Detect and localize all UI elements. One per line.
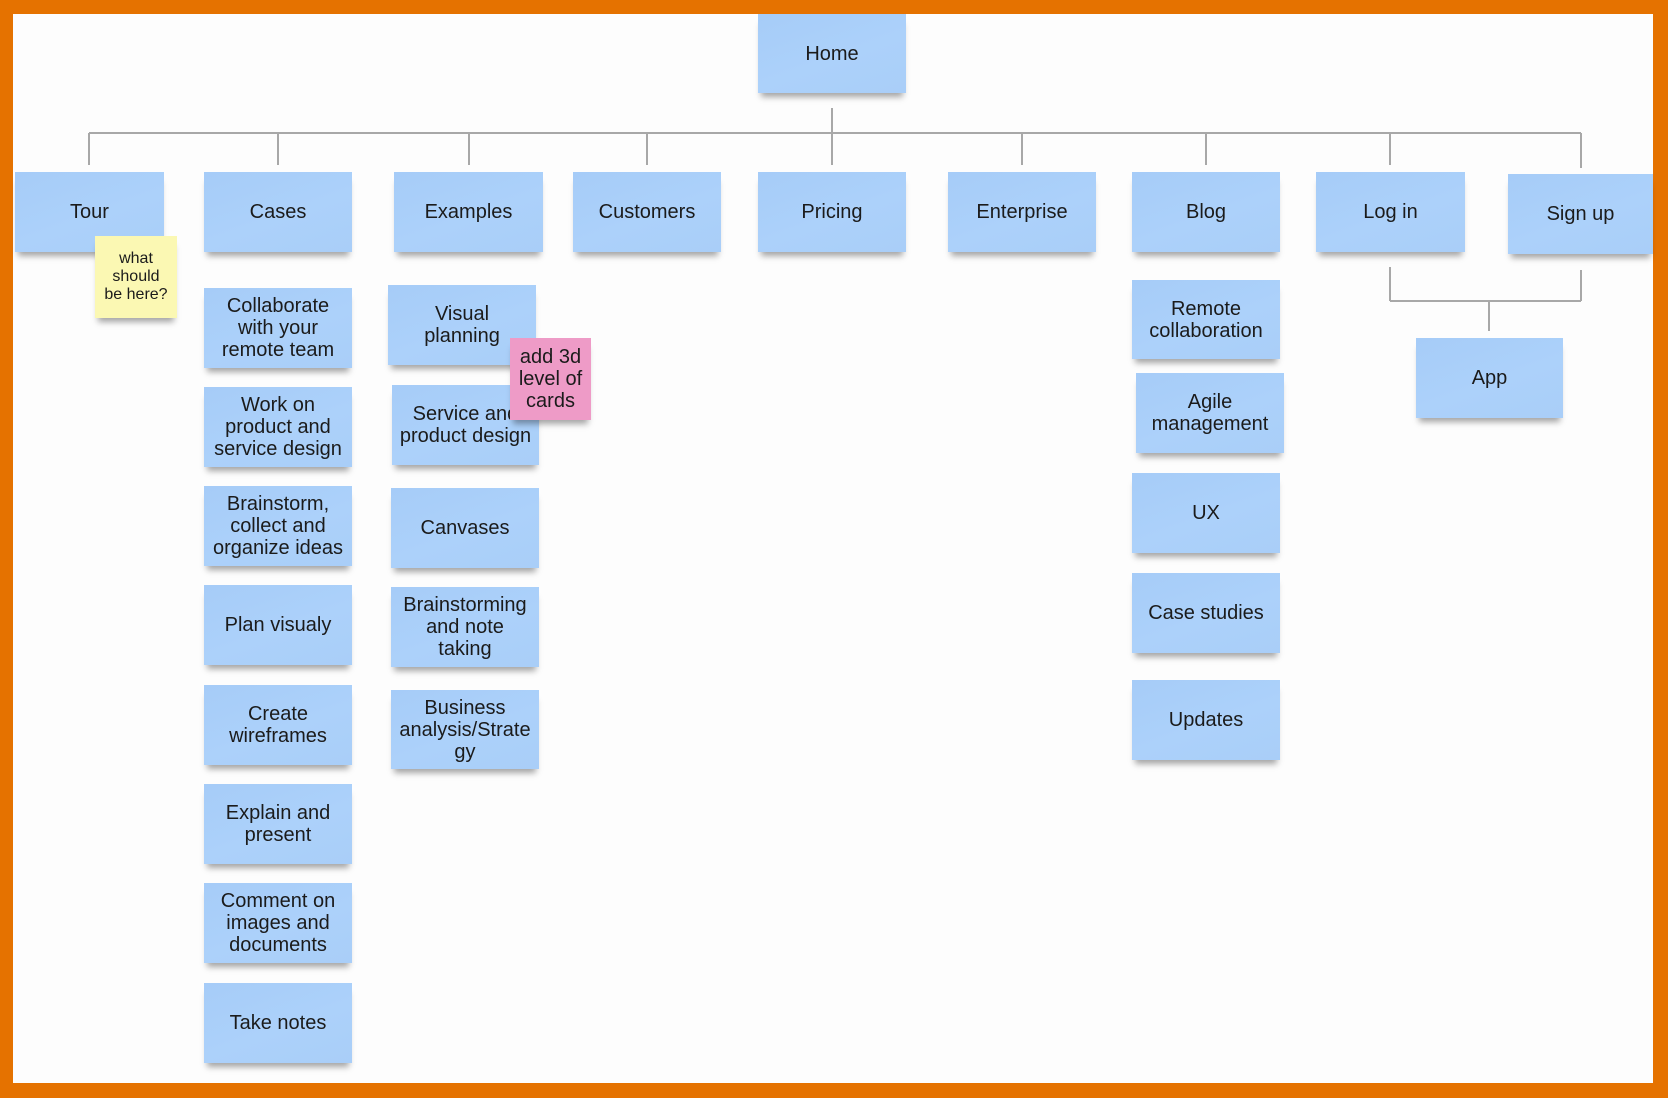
card-blog-item[interactable]: Case studies: [1132, 573, 1280, 653]
card-blog-item[interactable]: UX: [1132, 473, 1280, 553]
card-cases-item[interactable]: Collaborate with your remote team: [204, 288, 352, 368]
sticky-note-yellow[interactable]: what should be here?: [95, 236, 177, 318]
card-app[interactable]: App: [1416, 338, 1563, 418]
card-pricing[interactable]: Pricing: [758, 172, 906, 252]
card-cases-item[interactable]: Take notes: [204, 983, 352, 1063]
card-enterprise[interactable]: Enterprise: [948, 172, 1096, 252]
card-blog-item[interactable]: Remote collaboration: [1132, 280, 1280, 359]
card-examples[interactable]: Examples: [394, 172, 543, 252]
card-cases-item[interactable]: Plan visualy: [204, 585, 352, 665]
card-blog-item[interactable]: Agile management: [1136, 373, 1284, 453]
card-sign-up[interactable]: Sign up: [1508, 174, 1653, 254]
card-log-in[interactable]: Log in: [1316, 172, 1465, 252]
card-cases-item[interactable]: Explain and present: [204, 784, 352, 864]
card-home[interactable]: Home: [758, 14, 906, 93]
card-customers[interactable]: Customers: [573, 172, 721, 252]
card-cases-item[interactable]: Brainstorm, collect and organize ideas: [204, 486, 352, 566]
card-cases-item[interactable]: Work on product and service design: [204, 387, 352, 467]
card-examples-item[interactable]: Canvases: [391, 488, 539, 568]
card-examples-item[interactable]: Business analysis/Strate gy: [391, 690, 539, 769]
card-blog-item[interactable]: Updates: [1132, 680, 1280, 760]
card-blog[interactable]: Blog: [1132, 172, 1280, 252]
sticky-note-pink[interactable]: add 3d level of cards: [510, 338, 591, 420]
card-cases-item[interactable]: Create wireframes: [204, 685, 352, 765]
card-cases-item[interactable]: Comment on images and documents: [204, 883, 352, 963]
card-examples-item[interactable]: Brainstorming and note taking: [391, 587, 539, 667]
card-cases[interactable]: Cases: [204, 172, 352, 252]
